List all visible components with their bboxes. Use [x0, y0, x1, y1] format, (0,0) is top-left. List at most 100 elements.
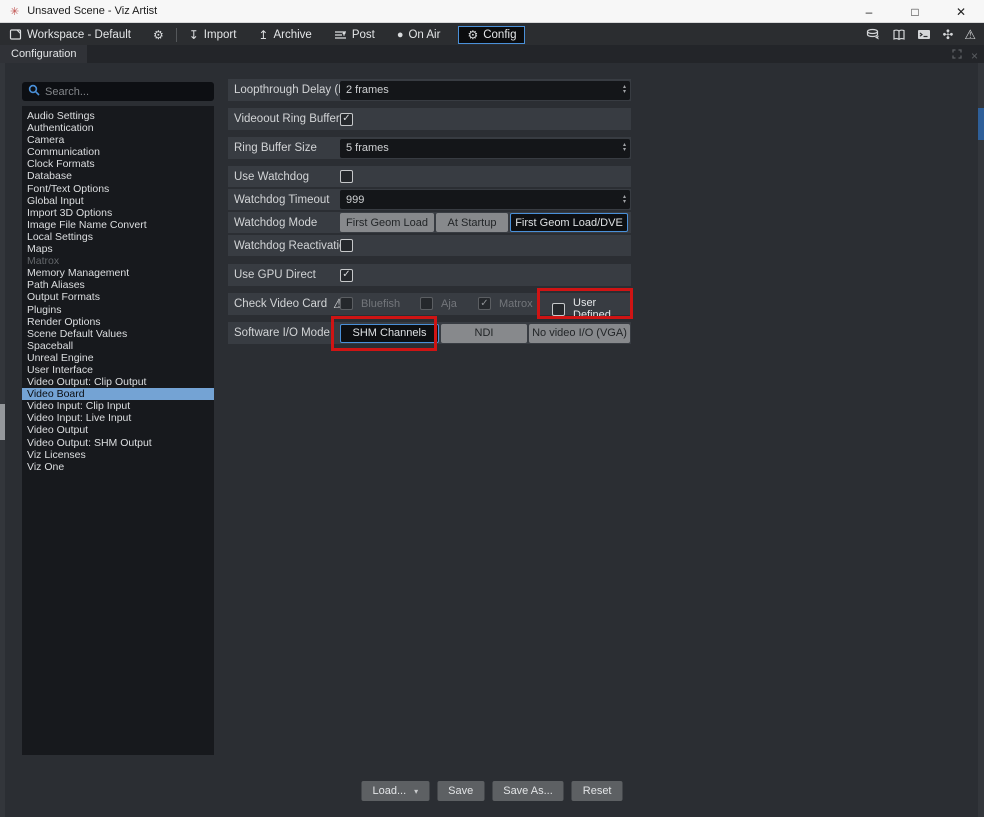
setting-label: Software I/O Mode	[228, 327, 340, 339]
sidebar-item-user-interface[interactable]: User Interface	[22, 364, 214, 376]
sidebar-item-unreal-engine[interactable]: Unreal Engine	[22, 352, 214, 364]
menu-item-post[interactable]: Post	[330, 27, 379, 43]
setting-row: Watchdog Reactivation	[228, 235, 631, 256]
no-video-io-vga-button[interactable]: No video I/O (VGA)	[529, 324, 630, 343]
loopthrough-delay-spinner[interactable]: 2 frames ▴▾	[340, 81, 630, 100]
sidebar-item-matrox[interactable]: Matrox	[22, 255, 214, 267]
search-icon	[28, 83, 40, 101]
shm-channels-button[interactable]: SHM Channels	[340, 324, 439, 343]
watchdog-reactivation-checkbox[interactable]	[340, 239, 353, 252]
use-gpu-direct-checkbox[interactable]	[340, 269, 353, 282]
settings-gear-button[interactable]: ⚙	[149, 27, 168, 43]
sidebar-item-video-output[interactable]: Video Output	[22, 424, 214, 436]
watchdog-timeout-spinner[interactable]: 999 ▴▾	[340, 190, 630, 209]
sidebar-item-camera[interactable]: Camera	[22, 134, 214, 146]
aja-checkbox[interactable]	[420, 297, 433, 310]
load-button[interactable]: Load... ▾	[361, 781, 429, 801]
workspace-menu[interactable]: Workspace - Default	[5, 26, 135, 43]
sidebar-item-video-input-clip-input[interactable]: Video Input: Clip Input	[22, 400, 214, 412]
sidebar-item-memory-management[interactable]: Memory Management	[22, 267, 214, 279]
close-panel-icon[interactable]: ×	[971, 50, 978, 62]
sidebar-item-local-settings[interactable]: Local Settings	[22, 231, 214, 243]
watchdog-mode-first-geom-load-button[interactable]: First Geom Load	[340, 213, 434, 232]
bluefish-option: Bluefish	[340, 297, 400, 310]
sidebar-item-video-board[interactable]: Video Board	[22, 388, 214, 400]
right-panel-handle[interactable]	[978, 108, 984, 140]
warning-icon[interactable]: ⚠	[964, 28, 976, 41]
menubar-divider	[176, 28, 177, 42]
tab-configuration[interactable]: Configuration	[0, 45, 87, 63]
watchdog-mode-at-startup-button[interactable]: At Startup	[436, 213, 508, 232]
sidebar-item-audio-settings[interactable]: Audio Settings	[22, 110, 214, 122]
sidebar-item-font-text-options[interactable]: Font/Text Options	[22, 183, 214, 195]
import-label: Import	[204, 29, 237, 41]
sidebar-item-import-3d-options[interactable]: Import 3D Options	[22, 207, 214, 219]
aja-label: Aja	[441, 298, 457, 310]
setting-row: Watchdog Mode First Geom Load At Startup…	[228, 212, 631, 233]
chevron-down-icon: ▾	[414, 787, 418, 796]
save-as-button[interactable]: Save As...	[492, 781, 564, 801]
right-edge-strip	[978, 63, 984, 817]
sidebar-item-video-output-shm-output[interactable]: Video Output: SHM Output	[22, 437, 214, 449]
menu-item-archive[interactable]: ↥ Archive	[254, 27, 315, 43]
sidebar-item-path-aliases[interactable]: Path Aliases	[22, 279, 214, 291]
ndi-button[interactable]: NDI	[441, 324, 527, 343]
spinner-arrows[interactable]: ▴▾	[623, 143, 630, 153]
matrox-checkbox[interactable]	[478, 297, 491, 310]
gear-icon: ⚙	[153, 29, 164, 41]
spinner-arrows[interactable]: ▴▾	[623, 85, 630, 95]
setting-label: Watchdog Reactivation	[228, 240, 340, 252]
sidebar-item-scene-default-values[interactable]: Scene Default Values	[22, 328, 214, 340]
left-panel-handle[interactable]	[0, 404, 5, 440]
tabbar: Configuration ×	[0, 45, 984, 63]
maximize-button[interactable]: □	[892, 0, 938, 23]
sidebar-item-communication[interactable]: Communication	[22, 146, 214, 158]
use-watchdog-checkbox[interactable]	[340, 170, 353, 183]
sidebar-item-output-formats[interactable]: Output Formats	[22, 291, 214, 303]
expand-panel-icon[interactable]	[951, 47, 963, 65]
media-assets-icon[interactable]	[866, 28, 881, 41]
fan-icon[interactable]: ✣	[942, 28, 953, 41]
console-icon[interactable]	[917, 29, 931, 40]
menu-item-import[interactable]: ↧ Import	[185, 27, 241, 43]
sidebar-item-maps[interactable]: Maps	[22, 243, 214, 255]
sidebar-item-plugins[interactable]: Plugins	[22, 304, 214, 316]
watchdog-mode-first-geom-load-dve-button[interactable]: First Geom Load/DVE	[510, 213, 628, 232]
close-button[interactable]: ✕	[938, 0, 984, 23]
library-icon[interactable]	[892, 29, 906, 41]
ring-buffer-size-spinner[interactable]: 5 frames ▴▾	[340, 139, 630, 158]
sidebar-item-clock-formats[interactable]: Clock Formats	[22, 158, 214, 170]
search-input[interactable]: Search...	[22, 82, 214, 101]
load-label: Load...	[372, 785, 406, 797]
setting-row: Videoout Ring Buffer	[228, 108, 631, 130]
setting-label: Loopthrough Delay (EE)	[228, 84, 340, 96]
sidebar-item-viz-licenses[interactable]: Viz Licenses	[22, 449, 214, 461]
videoout-ring-buffer-checkbox[interactable]	[340, 113, 353, 126]
window-title: Unsaved Scene - Viz Artist	[27, 5, 157, 17]
sidebar-item-video-input-live-input[interactable]: Video Input: Live Input	[22, 412, 214, 424]
sidebar-item-image-file-name-convert[interactable]: Image File Name Convert	[22, 219, 214, 231]
setting-label: Watchdog Timeout	[228, 194, 340, 206]
sidebar-item-authentication[interactable]: Authentication	[22, 122, 214, 134]
spinner-arrows[interactable]: ▴▾	[623, 195, 630, 205]
sidebar-item-global-input[interactable]: Global Input	[22, 195, 214, 207]
menu-item-onair[interactable]: ● On Air	[393, 27, 445, 43]
reset-button[interactable]: Reset	[572, 781, 623, 801]
sidebar-item-viz-one[interactable]: Viz One	[22, 461, 214, 473]
minimize-button[interactable]: –	[846, 0, 892, 23]
archive-label: Archive	[273, 29, 311, 41]
user-defined-label: User Defined	[573, 297, 631, 321]
user-defined-checkbox[interactable]	[552, 303, 565, 316]
footer-buttons: Load... ▾ Save Save As... Reset	[361, 781, 622, 801]
setting-label: Ring Buffer Size	[228, 142, 340, 154]
sidebar-item-spaceball[interactable]: Spaceball	[22, 340, 214, 352]
setting-row: Watchdog Timeout 999 ▴▾	[228, 189, 631, 210]
matrox-label: Matrox	[499, 298, 533, 310]
search-placeholder: Search...	[45, 86, 89, 98]
save-button[interactable]: Save	[437, 781, 484, 801]
bluefish-checkbox[interactable]	[340, 297, 353, 310]
sidebar-item-render-options[interactable]: Render Options	[22, 316, 214, 328]
sidebar-item-database[interactable]: Database	[22, 170, 214, 182]
menu-item-config[interactable]: ⚙ Config	[458, 26, 525, 44]
sidebar-item-video-output-clip-output[interactable]: Video Output: Clip Output	[22, 376, 214, 388]
